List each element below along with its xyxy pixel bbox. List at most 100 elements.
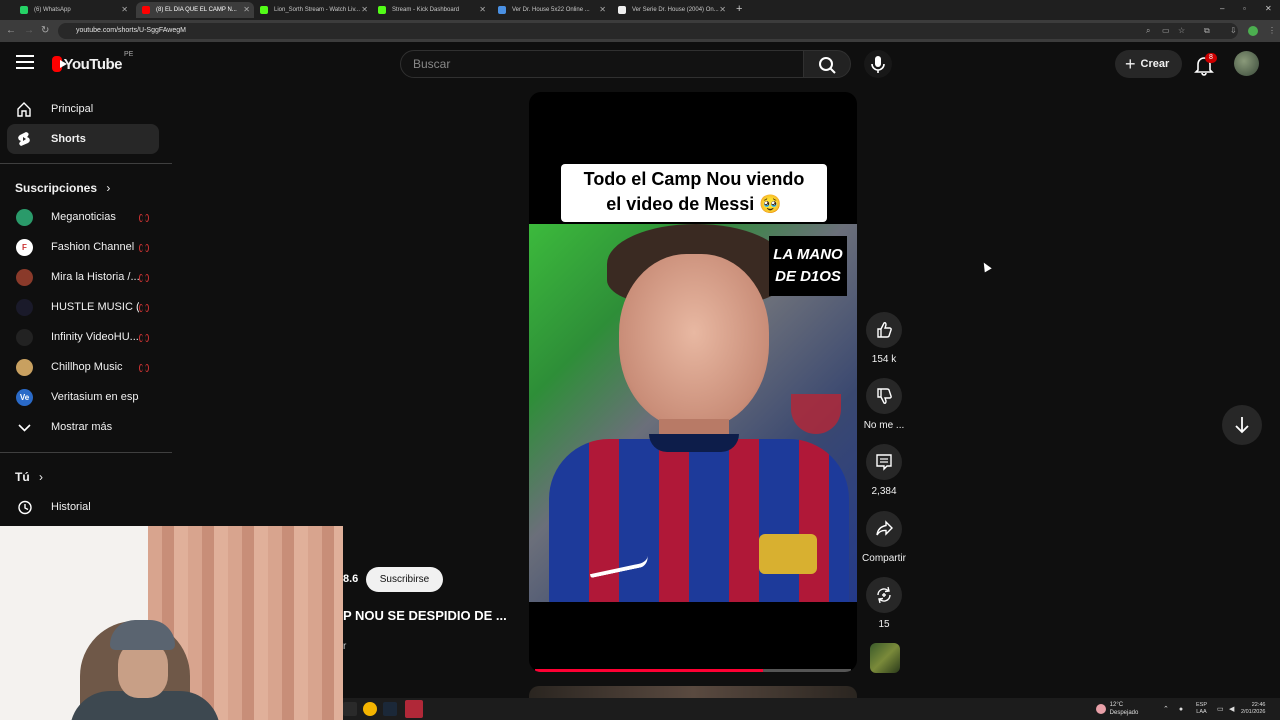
short-title[interactable]: P NOU SE DESPIDIO DE ... bbox=[343, 608, 507, 623]
live-icon bbox=[139, 304, 149, 312]
overlay-line: DE D1OS bbox=[775, 268, 841, 285]
chrome-icon[interactable] bbox=[363, 702, 377, 716]
create-button[interactable]: + Crear bbox=[1115, 50, 1182, 78]
close-icon[interactable]: ✕ bbox=[121, 5, 128, 14]
channel-name: HUSTLE MUSIC (... bbox=[51, 301, 139, 313]
profile-icon[interactable] bbox=[1248, 26, 1258, 36]
account-avatar[interactable] bbox=[1234, 51, 1259, 76]
close-icon[interactable]: ✕ bbox=[599, 5, 606, 14]
subscription-fashion-channel[interactable]: F Fashion Channel bbox=[7, 232, 159, 262]
live-icon bbox=[139, 244, 149, 252]
subscription-hustle-music[interactable]: HUSTLE MUSIC (... bbox=[7, 292, 159, 322]
close-icon[interactable]: ✕ bbox=[479, 5, 486, 14]
subscribe-button[interactable]: Suscribirse bbox=[366, 567, 443, 592]
sound-thumbnail[interactable] bbox=[870, 643, 900, 673]
home-icon bbox=[17, 102, 31, 117]
subscriber-count: 8.6 bbox=[343, 573, 359, 585]
downloads-icon[interactable]: ⇩ bbox=[1230, 25, 1237, 37]
search-input[interactable]: Buscar bbox=[400, 50, 804, 78]
tab-label: Lion_Sorth Stream - Watch Liv... bbox=[274, 7, 361, 13]
reload-icon[interactable]: ↻ bbox=[41, 25, 49, 37]
chevron-right-icon: › bbox=[106, 181, 111, 195]
channel-avatar bbox=[16, 209, 33, 226]
dislike-button[interactable]: No me ... bbox=[864, 378, 904, 431]
tab-youtube[interactable]: (8) EL DIA QUE EL CAMP N... ✕ bbox=[136, 2, 254, 18]
overlay-line: LA MANO bbox=[773, 246, 843, 263]
close-icon[interactable]: ✕ bbox=[243, 5, 250, 14]
bookmark-star-icon[interactable]: ☆ bbox=[1178, 25, 1185, 37]
video-subject-shirt bbox=[549, 439, 849, 602]
remix-button[interactable]: 15 bbox=[864, 577, 904, 630]
forward-icon[interactable]: → bbox=[24, 25, 34, 37]
you-heading[interactable]: Tú › bbox=[15, 470, 43, 484]
comment-count: 2,384 bbox=[871, 486, 897, 497]
back-icon[interactable]: ← bbox=[6, 25, 16, 37]
system-clock[interactable]: 22:46 2/01/2026 bbox=[1241, 702, 1265, 716]
taskbar-app-icon[interactable] bbox=[343, 702, 357, 716]
sidebar-item-label: Shorts bbox=[51, 133, 86, 145]
close-icon[interactable]: ✕ bbox=[719, 5, 726, 14]
volume-icon[interactable]: ◀ bbox=[1229, 705, 1234, 713]
weather-widget[interactable]: 12°C Despejado bbox=[1096, 701, 1138, 717]
youtube-header: YouTube PE Buscar + Crear 8 bbox=[0, 42, 1280, 86]
cast-icon[interactable]: ▭ bbox=[1162, 25, 1170, 37]
chevron-up-icon[interactable]: ⌃ bbox=[1163, 706, 1169, 713]
channel-avatar: F bbox=[16, 239, 33, 256]
share-button[interactable]: Compartir bbox=[862, 511, 906, 564]
extensions-icon[interactable]: ⧉ bbox=[1204, 25, 1210, 37]
new-tab-icon[interactable]: + bbox=[736, 3, 742, 15]
sidebar-item-principal[interactable]: Principal bbox=[7, 94, 159, 124]
system-tray[interactable]: ⌃ ● bbox=[1163, 705, 1183, 713]
short-description-snippet: r bbox=[343, 641, 347, 652]
sidebar-item-historial[interactable]: Historial bbox=[7, 492, 159, 522]
dislike-label: No me ... bbox=[863, 420, 905, 431]
subscription-veritasium[interactable]: Ve Veritasium en espa... bbox=[7, 382, 159, 412]
share-label: Compartir bbox=[862, 553, 906, 564]
tab-dr-house-episode[interactable]: Ver Dr. House 5x22 Online ... ✕ bbox=[492, 2, 610, 18]
next-short-preview[interactable] bbox=[529, 686, 857, 698]
background-crest bbox=[791, 394, 841, 434]
live-icon bbox=[139, 334, 149, 342]
search-button[interactable] bbox=[803, 50, 851, 78]
hamburger-menu-icon[interactable] bbox=[16, 55, 34, 69]
taskbar-app-icon[interactable] bbox=[405, 700, 423, 718]
comments-button[interactable]: 2,384 bbox=[864, 444, 904, 497]
video-progress-bar[interactable] bbox=[535, 669, 851, 672]
microphone-tray-icon[interactable]: ● bbox=[1179, 706, 1183, 713]
site-icon bbox=[498, 6, 506, 14]
youtube-logo[interactable]: YouTube bbox=[52, 54, 123, 74]
thumbs-down-icon bbox=[877, 388, 892, 404]
next-short-button[interactable] bbox=[1222, 405, 1262, 445]
maximize-icon[interactable]: ▫ bbox=[1243, 4, 1246, 13]
close-icon[interactable]: ✕ bbox=[361, 5, 368, 14]
sidebar-divider bbox=[0, 163, 172, 164]
like-button[interactable]: 154 k bbox=[864, 312, 904, 365]
tab-dr-house-series[interactable]: Ver Serie Dr. House (2004) On... ✕ bbox=[612, 2, 730, 18]
minimize-icon[interactable]: – bbox=[1220, 4, 1224, 13]
language-indicator[interactable]: ESP LAA bbox=[1196, 702, 1207, 716]
history-label: Historial bbox=[51, 501, 91, 513]
url-bar[interactable]: youtube.com/shorts/U-SggFAwegM bbox=[58, 23, 1238, 39]
live-icon bbox=[139, 364, 149, 372]
voice-search-button[interactable] bbox=[864, 50, 892, 78]
shorts-video-player[interactable]: Todo el Camp Nou viendo el video de Mess… bbox=[529, 92, 857, 672]
tab-kick-stream[interactable]: Lion_Sorth Stream - Watch Liv... ✕ bbox=[254, 2, 372, 18]
tab-kick-dashboard[interactable]: Stream - Kick Dashboard ✕ bbox=[372, 2, 490, 18]
subscription-meganoticias[interactable]: Meganoticias bbox=[7, 202, 159, 232]
webcam-person-face bbox=[118, 642, 168, 698]
subscription-chillhop-music[interactable]: Chillhop Music bbox=[7, 352, 159, 382]
channel-name: Fashion Channel bbox=[51, 241, 135, 253]
tab-whatsapp[interactable]: (6) WhatsApp ✕ bbox=[14, 2, 132, 18]
subscription-mira-la-historia[interactable]: Mira la Historia /... bbox=[7, 262, 159, 292]
zoom-icon[interactable]: ⌕ bbox=[1146, 25, 1150, 37]
close-window-icon[interactable]: ✕ bbox=[1265, 4, 1272, 13]
network-icon[interactable]: ▭ bbox=[1217, 705, 1224, 713]
menu-dots-icon[interactable]: ⋮ bbox=[1268, 25, 1276, 37]
subscription-infinity-videohu[interactable]: Infinity VideoHU... bbox=[7, 322, 159, 352]
steam-icon[interactable] bbox=[383, 702, 397, 716]
channel-avatar: Ve bbox=[16, 389, 33, 406]
live-icon bbox=[139, 274, 149, 282]
show-more-button[interactable]: Mostrar más bbox=[7, 412, 159, 442]
subscriptions-heading[interactable]: Suscripciones › bbox=[15, 181, 110, 195]
sidebar-item-shorts[interactable]: Shorts bbox=[7, 124, 159, 154]
